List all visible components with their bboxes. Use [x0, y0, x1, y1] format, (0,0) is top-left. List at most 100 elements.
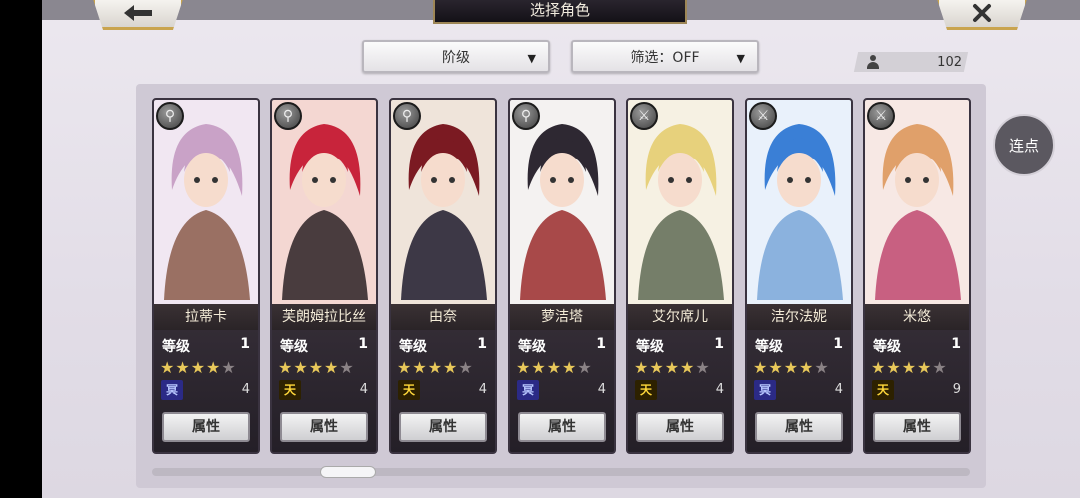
element-badge: 冥: [161, 380, 183, 400]
character-name: 米悠: [865, 304, 969, 330]
star-icon: ★: [932, 358, 948, 377]
rarity-stars: ★★★★★: [160, 358, 237, 377]
character-stats: 等级 1 ★★★★★ 冥 4 属性: [747, 330, 851, 452]
character-portrait[interactable]: [747, 100, 851, 304]
character-stats: 等级 1 ★★★★★ 天 4 属性: [391, 330, 495, 452]
character-stats: 等级 1 ★★★★★ 天 4 属性: [272, 330, 376, 452]
sort-dropdown[interactable]: 阶级 ▼: [362, 40, 550, 73]
star-icon: ★: [412, 358, 428, 377]
rarity-stars: ★★★★★: [753, 358, 830, 377]
level-label: 等级: [636, 339, 664, 355]
star-icon: ★: [427, 358, 444, 377]
rarity-stars: ★★★★★: [397, 358, 474, 377]
character-card[interactable]: ⚔ 洁尔法妮 等级 1 ★★★★★ 冥 4 属性: [745, 98, 853, 454]
element-badge: 天: [398, 380, 420, 400]
attributes-button[interactable]: 属性: [280, 412, 368, 442]
filter-dropdown[interactable]: 筛选：OFF ▼: [571, 40, 759, 73]
level-value: 1: [358, 336, 368, 352]
star-icon: ★: [753, 358, 769, 377]
star-icon: ★: [664, 358, 681, 377]
rarity-stars: ★★★★★: [516, 358, 593, 377]
auto-tap-button[interactable]: 连点: [993, 114, 1055, 176]
sub-value: 4: [359, 382, 368, 397]
level-label: 等级: [280, 339, 308, 355]
character-count: 102: [866, 52, 962, 72]
star-icon: ★: [293, 358, 309, 377]
star-icon: ★: [458, 358, 474, 377]
element-badge: 天: [279, 380, 301, 400]
level-value: 1: [240, 336, 250, 352]
star-icon: ★: [397, 358, 413, 377]
level-value: 1: [951, 336, 961, 352]
character-name: 由奈: [391, 304, 495, 330]
count-value: 102: [937, 54, 962, 70]
filter-dropdown-label: 筛选：OFF: [630, 49, 700, 66]
level-label: 等级: [399, 339, 427, 355]
element-badge: 冥: [754, 380, 776, 400]
close-icon: [973, 4, 991, 22]
character-card[interactable]: ⚔ 艾尔席儿 等级 1 ★★★★★ 天 4 属性: [626, 98, 734, 454]
character-card[interactable]: ⚲ 拉蒂卡 等级 1 ★★★★★ 冥 4 属性: [152, 98, 260, 454]
star-icon: ★: [814, 358, 830, 377]
attributes-button[interactable]: 属性: [873, 412, 961, 442]
character-portrait[interactable]: [154, 100, 258, 304]
star-icon: ★: [190, 358, 207, 377]
character-card[interactable]: ⚲ 由奈 等级 1 ★★★★★ 天 4 属性: [389, 98, 497, 454]
back-button[interactable]: [92, 0, 184, 30]
character-card[interactable]: ⚔ 米悠 等级 1 ★★★★★ 天 9 属性: [863, 98, 971, 454]
character-portrait[interactable]: [865, 100, 969, 304]
level-value: 1: [477, 336, 487, 352]
character-name: 艾尔席儿: [628, 304, 732, 330]
level-label: 等级: [518, 339, 546, 355]
rarity-stars: ★★★★★: [634, 358, 711, 377]
star-icon: ★: [278, 358, 294, 377]
scroll-thumb[interactable]: [320, 466, 376, 478]
sword-icon: ⚔: [867, 102, 895, 130]
close-button[interactable]: [936, 0, 1028, 30]
character-card[interactable]: ⚲ 芙朗姆拉比丝 等级 1 ★★★★★ 天 4 属性: [270, 98, 378, 454]
character-portrait[interactable]: [272, 100, 376, 304]
star-icon: ★: [160, 358, 176, 377]
level-label: 等级: [873, 339, 901, 355]
character-portrait[interactable]: [628, 100, 732, 304]
staff-icon: ⚲: [393, 102, 421, 130]
attributes-button[interactable]: 属性: [755, 412, 843, 442]
rarity-stars: ★★★★★: [871, 358, 948, 377]
star-icon: ★: [206, 358, 222, 377]
arrow-left-icon: [124, 5, 152, 21]
sub-value: 9: [952, 382, 961, 397]
screen-edge: [0, 0, 42, 498]
star-icon: ★: [886, 358, 902, 377]
level-label: 等级: [755, 339, 783, 355]
character-stats: 等级 1 ★★★★★ 冥 4 属性: [154, 330, 258, 452]
character-portrait[interactable]: [510, 100, 614, 304]
character-name: 萝洁塔: [510, 304, 614, 330]
character-portrait[interactable]: [391, 100, 495, 304]
star-icon: ★: [339, 358, 355, 377]
sword-icon: ⚔: [749, 102, 777, 130]
sort-dropdown-label: 阶级: [442, 49, 470, 66]
page-title: 选择角色: [433, 0, 687, 24]
staff-icon: ⚲: [512, 102, 540, 130]
star-icon: ★: [443, 358, 459, 377]
character-card[interactable]: ⚲ 萝洁塔 等级 1 ★★★★★ 冥 4 属性: [508, 98, 616, 454]
level-value: 1: [596, 336, 606, 352]
star-icon: ★: [871, 358, 887, 377]
star-icon: ★: [649, 358, 665, 377]
character-stats: 等级 1 ★★★★★ 天 4 属性: [628, 330, 732, 452]
star-icon: ★: [221, 358, 237, 377]
scroll-track[interactable]: [152, 468, 970, 476]
element-badge: 冥: [517, 380, 539, 400]
chevron-down-icon: ▼: [736, 52, 745, 65]
chevron-down-icon: ▼: [527, 52, 536, 65]
attributes-button[interactable]: 属性: [162, 412, 250, 442]
attributes-button[interactable]: 属性: [518, 412, 606, 442]
star-icon: ★: [577, 358, 593, 377]
auto-tap-label: 连点: [1008, 136, 1039, 155]
star-icon: ★: [562, 358, 578, 377]
staff-icon: ⚲: [274, 102, 302, 130]
attributes-button[interactable]: 属性: [636, 412, 724, 442]
element-badge: 天: [635, 380, 657, 400]
sub-value: 4: [715, 382, 724, 397]
attributes-button[interactable]: 属性: [399, 412, 487, 442]
